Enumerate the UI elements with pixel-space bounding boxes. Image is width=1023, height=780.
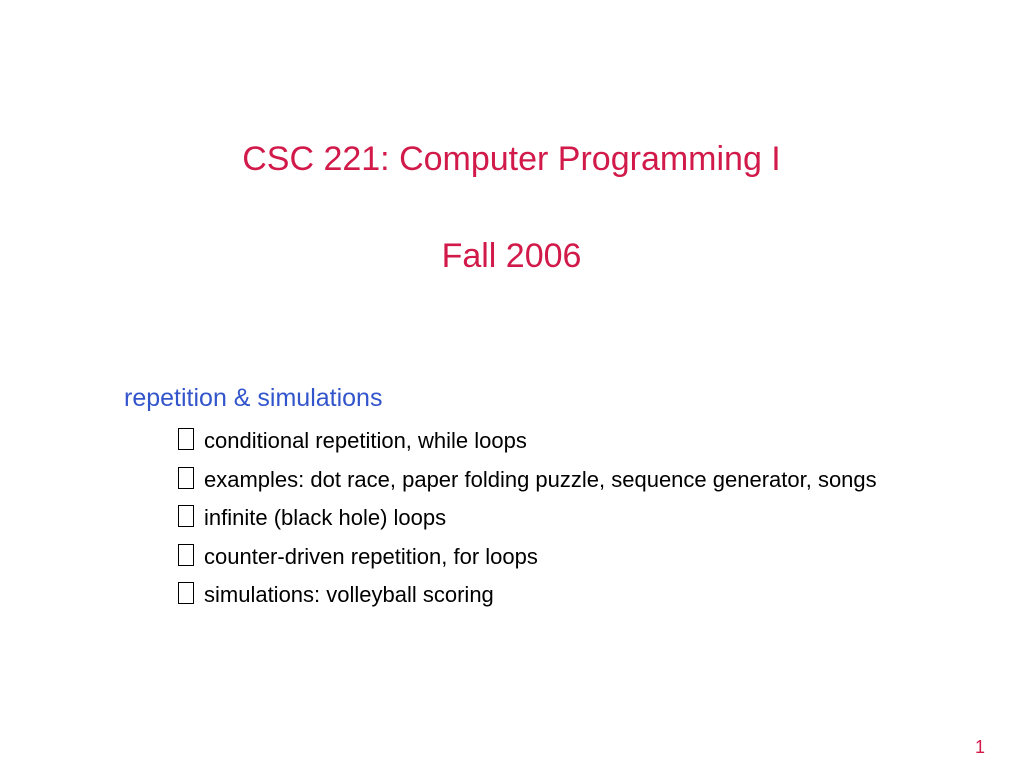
list-item: conditional repetition, while loops bbox=[124, 427, 963, 456]
list-item: examples: dot race, paper folding puzzle… bbox=[124, 466, 963, 495]
bullet-icon bbox=[178, 467, 194, 489]
bullet-text: counter-driven repetition, for loops bbox=[204, 543, 538, 572]
page-number: 1 bbox=[975, 737, 985, 758]
bullet-text: examples: dot race, paper folding puzzle… bbox=[204, 466, 877, 495]
section-heading: repetition & simulations bbox=[124, 384, 963, 413]
title-block: CSC 221: Computer Programming I Fall 200… bbox=[0, 0, 1023, 276]
content-area: repetition & simulations conditional rep… bbox=[0, 384, 1023, 610]
bullet-text: simulations: volleyball scoring bbox=[204, 581, 494, 610]
bullet-text: conditional repetition, while loops bbox=[204, 427, 527, 456]
bullet-icon bbox=[178, 505, 194, 527]
bullet-text: infinite (black hole) loops bbox=[204, 504, 446, 533]
slide: CSC 221: Computer Programming I Fall 200… bbox=[0, 0, 1023, 780]
list-item: simulations: volleyball scoring bbox=[124, 581, 963, 610]
bullet-icon bbox=[178, 544, 194, 566]
bullet-icon bbox=[178, 428, 194, 450]
course-title: CSC 221: Computer Programming I bbox=[0, 140, 1023, 179]
bullet-icon bbox=[178, 582, 194, 604]
course-term: Fall 2006 bbox=[0, 237, 1023, 276]
list-item: counter-driven repetition, for loops bbox=[124, 543, 963, 572]
list-item: infinite (black hole) loops bbox=[124, 504, 963, 533]
